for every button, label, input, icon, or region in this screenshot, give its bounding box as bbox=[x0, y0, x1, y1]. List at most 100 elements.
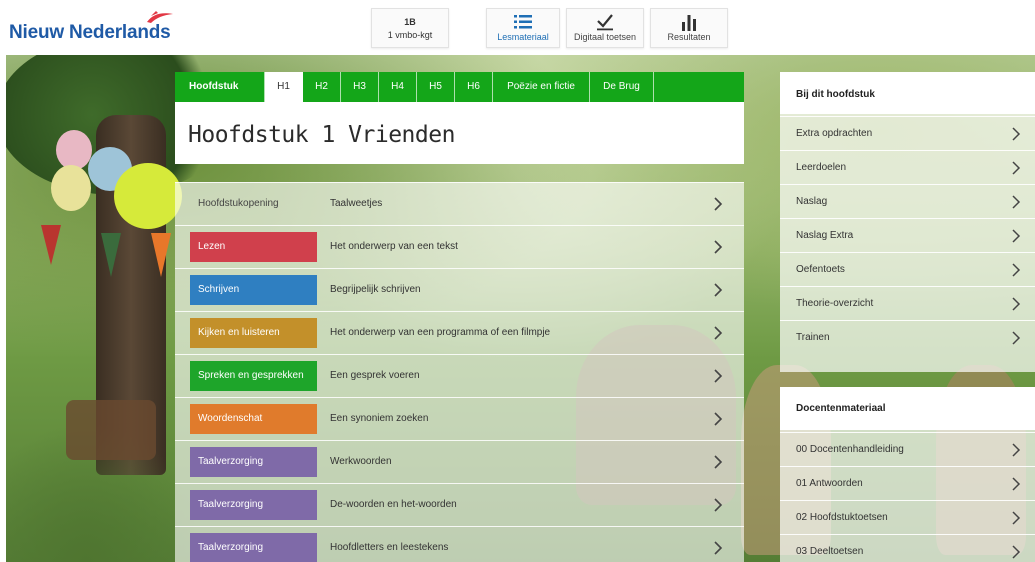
chapter-materials-panel: Bij dit hoofdstuk Extra opdrachten Leerd… bbox=[780, 72, 1035, 372]
lesson-title: Werkwoorden bbox=[330, 456, 392, 467]
luggage bbox=[66, 400, 156, 460]
lesson-category: Lezen bbox=[190, 232, 317, 262]
chevron-right-icon bbox=[714, 412, 723, 426]
chapter-title: Hoofdstuk 1 Vrienden bbox=[188, 122, 455, 148]
tab-h4[interactable]: H4 bbox=[379, 72, 417, 102]
lesson-row[interactable]: Spreken en gesprekken Een gesprek voeren bbox=[175, 354, 744, 397]
lesson-title: Hoofdletters en leestekens bbox=[330, 542, 449, 553]
sidebar-item-oefentoets[interactable]: Oefentoets bbox=[780, 252, 1035, 286]
sidebar-item-label: Trainen bbox=[796, 332, 830, 343]
lesson-row[interactable]: Taalverzorging Werkwoorden bbox=[175, 440, 744, 483]
level-selector-button[interactable]: 1B 1 vmbo-kgt bbox=[371, 8, 449, 48]
lesson-category: Hoofdstukopening bbox=[198, 198, 279, 209]
chevron-right-icon bbox=[1012, 297, 1021, 311]
sidebar-item-naslag-extra[interactable]: Naslag Extra bbox=[780, 218, 1035, 252]
chevron-right-icon bbox=[714, 326, 723, 340]
sidebar-item-label: Leerdoelen bbox=[796, 162, 847, 173]
sidebar-item-docentenhandleiding[interactable]: 00 Docentenhandleiding bbox=[780, 432, 1035, 466]
chevron-right-icon bbox=[714, 541, 723, 555]
list-icon bbox=[487, 13, 559, 31]
tab-h1[interactable]: H1 bbox=[265, 72, 303, 102]
tab-de-brug[interactable]: De Brug bbox=[590, 72, 654, 102]
lesson-title: De-woorden en het-woorden bbox=[330, 499, 457, 510]
bunting-flag bbox=[151, 233, 171, 277]
lesson-row[interactable]: Schrijven Begrijpelijk schrijven bbox=[175, 268, 744, 311]
teacher-materials-panel: Docentenmateriaal 00 Docentenhandleiding… bbox=[780, 387, 1035, 562]
lesson-row[interactable]: Hoofdstukopening Taalweetjes bbox=[175, 182, 744, 225]
chapter-panel: Hoofdstuk H1 H2 H3 H4 H5 H6 Poëzie en fi… bbox=[175, 72, 744, 562]
lesmateriaal-button[interactable]: Lesmateriaal bbox=[486, 8, 560, 48]
lesson-category: Spreken en gesprekken bbox=[190, 361, 317, 391]
lesson-category: Kijken en luisteren bbox=[190, 318, 317, 348]
lesson-category: Taalverzorging bbox=[190, 533, 317, 562]
lesson-row[interactable]: Taalverzorging Hoofdletters en leesteken… bbox=[175, 526, 744, 562]
lesson-title: Taalweetjes bbox=[330, 198, 383, 209]
chevron-right-icon bbox=[714, 283, 723, 297]
lesson-category: Taalverzorging bbox=[190, 490, 317, 520]
chevron-right-icon bbox=[714, 240, 723, 254]
sidebar-item-label: 01 Antwoorden bbox=[796, 478, 863, 489]
level-subtitle: 1 vmbo-kgt bbox=[387, 30, 433, 40]
chevron-right-icon bbox=[1012, 127, 1021, 141]
lesmateriaal-label: Lesmateriaal bbox=[497, 32, 549, 42]
bar-chart-icon bbox=[651, 13, 727, 31]
sidebar-item-label: Naslag Extra bbox=[796, 230, 854, 241]
lesson-row[interactable]: Kijken en luisteren Het onderwerp van ee… bbox=[175, 311, 744, 354]
sidebar-item-antwoorden[interactable]: 01 Antwoorden bbox=[780, 466, 1035, 500]
sidebar-item-label: 00 Docentenhandleiding bbox=[796, 444, 904, 455]
sidebar-item-theorie-overzicht[interactable]: Theorie-overzicht bbox=[780, 286, 1035, 320]
sidebar-item-deeltoetsen[interactable]: 03 Deeltoetsen bbox=[780, 534, 1035, 562]
chapter-materials-header: Bij dit hoofdstuk bbox=[780, 72, 1035, 114]
chevron-right-icon bbox=[714, 197, 723, 211]
balloon-green bbox=[114, 163, 182, 229]
chevron-right-icon bbox=[1012, 161, 1021, 175]
sidebar-item-naslag[interactable]: Naslag bbox=[780, 184, 1035, 218]
chevron-right-icon bbox=[714, 369, 723, 383]
sidebar-item-label: 03 Deeltoetsen bbox=[796, 546, 864, 557]
tab-h5[interactable]: H5 bbox=[417, 72, 455, 102]
tab-h6[interactable]: H6 bbox=[455, 72, 493, 102]
teacher-materials-header: Docentenmateriaal bbox=[780, 387, 1035, 430]
sidebar-item-trainen[interactable]: Trainen bbox=[780, 320, 1035, 354]
sidebar-item-extra-opdrachten[interactable]: Extra opdrachten bbox=[780, 116, 1035, 150]
sidebar-item-label: Oefentoets bbox=[796, 264, 845, 275]
chevron-right-icon bbox=[714, 455, 723, 469]
chevron-right-icon bbox=[1012, 511, 1021, 525]
lesson-row[interactable]: Woordenschat Een synoniem zoeken bbox=[175, 397, 744, 440]
tab-h2[interactable]: H2 bbox=[303, 72, 341, 102]
digitaal-toetsen-label: Digitaal toetsen bbox=[573, 32, 637, 42]
bunting-flag bbox=[101, 233, 121, 277]
chevron-right-icon bbox=[1012, 229, 1021, 243]
chapter-title-box: Hoofdstuk 1 Vrienden bbox=[175, 102, 744, 164]
digitaal-toetsen-button[interactable]: Digitaal toetsen bbox=[566, 8, 644, 48]
lesson-category: Schrijven bbox=[190, 275, 317, 305]
logo-text: Nieuw Nederlands bbox=[9, 22, 171, 43]
lesson-title: Een synoniem zoeken bbox=[330, 413, 429, 424]
resultaten-button[interactable]: Resultaten bbox=[650, 8, 728, 48]
lesson-category: Taalverzorging bbox=[190, 447, 317, 477]
logo-swoosh-icon bbox=[147, 11, 173, 23]
tab-h3[interactable]: H3 bbox=[341, 72, 379, 102]
sidebar-item-leerdoelen[interactable]: Leerdoelen bbox=[780, 150, 1035, 184]
lesson-row[interactable]: Lezen Het onderwerp van een tekst bbox=[175, 225, 744, 268]
bunting-flag bbox=[41, 225, 61, 265]
lesson-category: Woordenschat bbox=[190, 404, 317, 434]
chevron-right-icon bbox=[714, 498, 723, 512]
chevron-right-icon bbox=[1012, 263, 1021, 277]
checkmark-icon bbox=[567, 13, 643, 31]
sidebar-item-label: 02 Hoofdstuktoetsen bbox=[796, 512, 888, 523]
level-title: 1B bbox=[404, 17, 416, 27]
sidebar-item-hoofdstuktoetsen[interactable]: 02 Hoofdstuktoetsen bbox=[780, 500, 1035, 534]
chevron-right-icon bbox=[1012, 195, 1021, 209]
chevron-right-icon bbox=[1012, 331, 1021, 345]
lesson-title: Het onderwerp van een programma of een f… bbox=[330, 327, 551, 338]
lesson-title: Een gesprek voeren bbox=[330, 370, 420, 381]
sidebar-item-label: Extra opdrachten bbox=[796, 128, 873, 139]
chapter-tab-bar: Hoofdstuk H1 H2 H3 H4 H5 H6 Poëzie en fi… bbox=[175, 72, 744, 102]
tab-poezie-en-fictie[interactable]: Poëzie en fictie bbox=[493, 72, 590, 102]
resultaten-label: Resultaten bbox=[667, 32, 711, 42]
chevron-right-icon bbox=[1012, 545, 1021, 559]
lesson-row[interactable]: Taalverzorging De-woorden en het-woorden bbox=[175, 483, 744, 526]
sidebar-item-label: Naslag bbox=[796, 196, 828, 207]
top-header: Nieuw Nederlands 1B 1 vmbo-kgt Lesmateri… bbox=[0, 0, 1035, 55]
